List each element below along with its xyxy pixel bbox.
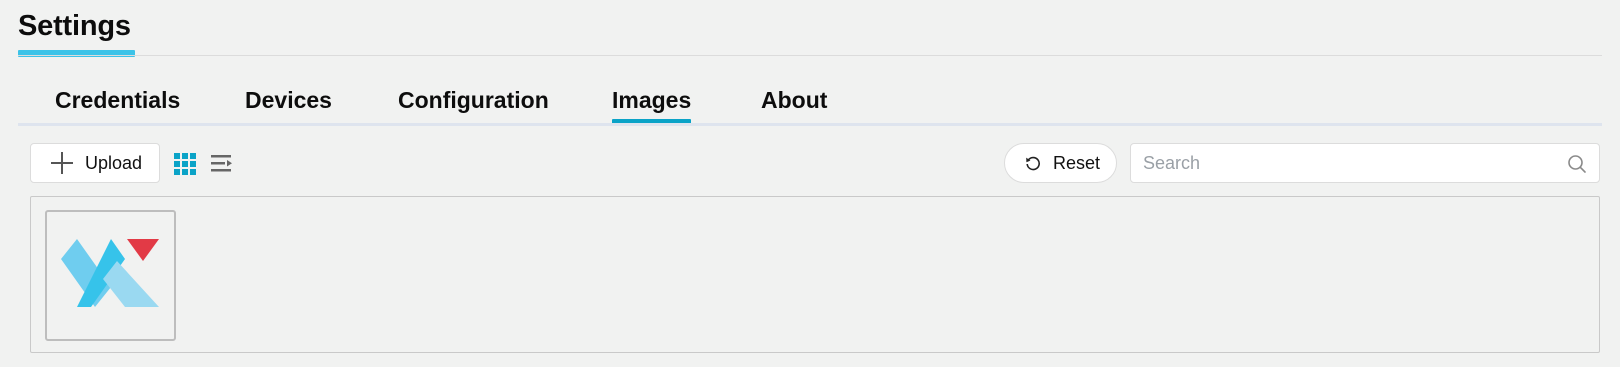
upload-label: Upload (85, 152, 143, 173)
logo-image (60, 238, 159, 307)
reset-button[interactable]: Reset (1004, 143, 1117, 183)
tab-label: Credentials (55, 87, 181, 113)
refresh-icon (1026, 156, 1040, 171)
settings-page: Settings Credentials Devices Configurati… (0, 0, 1620, 367)
reset-label: Reset (1053, 152, 1101, 173)
tab-bar-divider (18, 123, 1602, 126)
search-icon[interactable] (1567, 154, 1587, 174)
image-gallery (30, 196, 1600, 353)
upload-button[interactable]: Upload (30, 143, 160, 183)
list-view-icon[interactable] (211, 153, 233, 175)
tab-bar: Credentials Devices Configuration Images… (18, 82, 1602, 126)
page-header: Settings (18, 8, 135, 57)
search-box (1130, 143, 1600, 183)
page-title: Settings (18, 10, 131, 42)
tab-label: About (761, 87, 828, 113)
header-divider (18, 55, 1602, 56)
grid-view-icon[interactable] (174, 153, 196, 175)
tab-devices[interactable]: Devices (245, 86, 332, 114)
tab-about[interactable]: About (761, 86, 827, 114)
tab-label: Configuration (398, 87, 549, 113)
tab-credentials[interactable]: Credentials (55, 86, 180, 114)
tab-label: Devices (245, 87, 332, 113)
image-thumbnail[interactable] (45, 210, 176, 341)
tab-label: Images (612, 87, 692, 113)
plus-icon (51, 152, 73, 174)
tab-images[interactable]: Images (612, 86, 692, 125)
tab-configuration[interactable]: Configuration (398, 86, 549, 114)
search-input[interactable] (1143, 144, 1563, 182)
